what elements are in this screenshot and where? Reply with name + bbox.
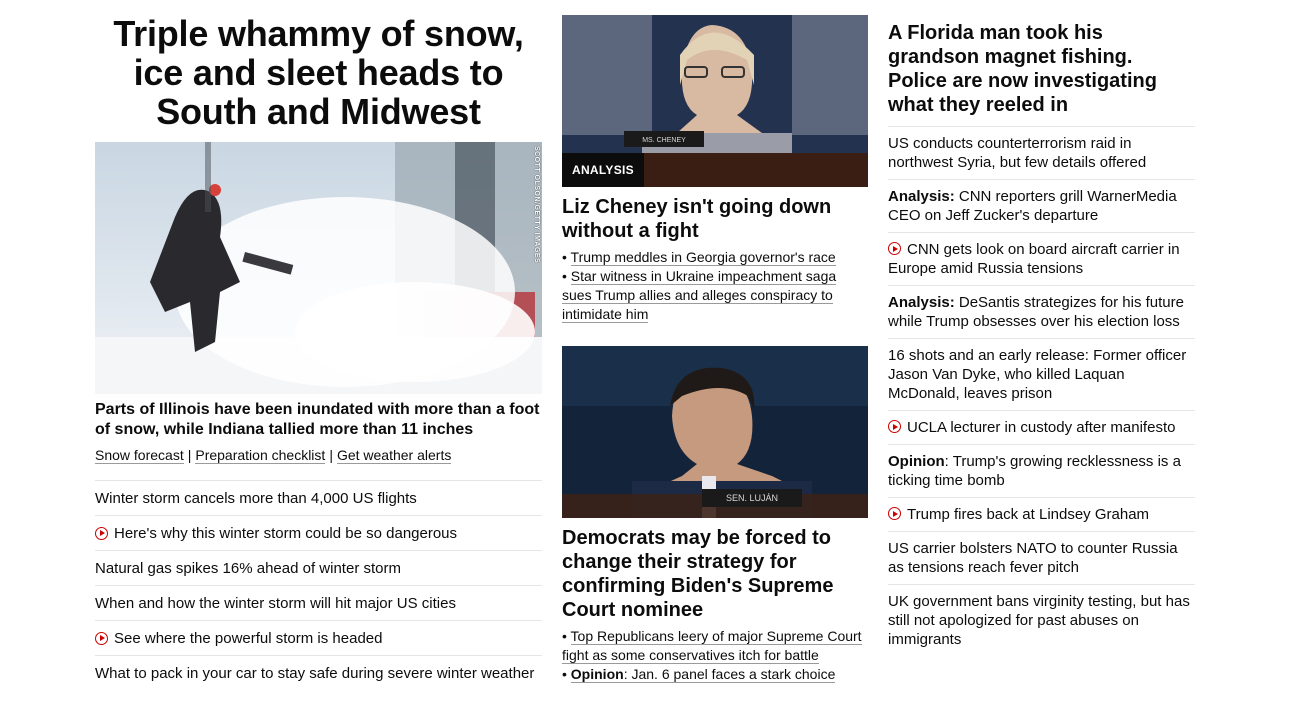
lujan-headline[interactable]: Democrats may be forced to change their … bbox=[562, 526, 868, 622]
opinion-label: Opinion bbox=[888, 453, 945, 470]
right-story-list: US conducts counterterrorism raid in nor… bbox=[888, 127, 1195, 656]
list-item[interactable]: UK government bans virginity testing, bu… bbox=[888, 585, 1195, 656]
list-item-text: What to pack in your car to stay safe du… bbox=[95, 664, 535, 682]
list-item-text: CNN gets look on board aircraft carrier … bbox=[888, 241, 1180, 277]
play-video-icon bbox=[95, 526, 108, 540]
storm-story-list: Winter storm cancels more than 4,000 US … bbox=[95, 480, 542, 690]
nameplate-text: MS. CHENEY bbox=[642, 137, 686, 144]
related-link-item: • Star witness in Ukraine impeachment sa… bbox=[562, 268, 837, 323]
play-video-icon bbox=[888, 420, 901, 433]
list-item[interactable]: Analysis: CNN reporters grill WarnerMedi… bbox=[888, 180, 1195, 233]
nameplate-text: SEN. LUJÁN bbox=[726, 493, 778, 503]
list-item[interactable]: US conducts counterterrorism raid in nor… bbox=[888, 127, 1195, 180]
list-item[interactable]: See where the powerful storm is headed bbox=[95, 621, 542, 656]
list-item[interactable]: Here's why this winter storm could be so… bbox=[95, 516, 542, 551]
lead-story: Triple whammy of snow, ice and sleet hea… bbox=[95, 14, 542, 682]
list-item[interactable]: Natural gas spikes 16% ahead of winter s… bbox=[95, 551, 542, 586]
list-item-text: Trump fires back at Lindsey Graham bbox=[907, 506, 1150, 523]
lead-subhead[interactable]: Parts of Illinois have been inundated wi… bbox=[95, 400, 542, 440]
lead-headline[interactable]: Triple whammy of snow, ice and sleet hea… bbox=[95, 14, 542, 131]
list-item-text: Here's why this winter storm could be so… bbox=[114, 524, 458, 542]
cheney-headline[interactable]: Liz Cheney isn't going down without a fi… bbox=[562, 195, 868, 243]
list-item-text: US conducts counterterrorism raid in nor… bbox=[888, 135, 1147, 171]
list-item[interactable]: 16 shots and an early release: Former of… bbox=[888, 339, 1195, 411]
opinion-link-text: : Jan. 6 panel faces a stark choice bbox=[623, 666, 836, 682]
related-link[interactable]: Trump meddles in Georgia governor's race bbox=[570, 249, 836, 266]
related-link-item: • Opinion: Jan. 6 panel faces a stark ch… bbox=[562, 666, 836, 683]
link-separator: | bbox=[329, 447, 333, 463]
list-item[interactable]: When and how the winter storm will hit m… bbox=[95, 586, 542, 621]
cheney-related-links: • Trump meddles in Georgia governor's ra… bbox=[562, 248, 868, 324]
lujan-image[interactable]: SEN. LUJÁN bbox=[562, 346, 868, 518]
list-item[interactable]: CNN gets look on board aircraft carrier … bbox=[888, 233, 1195, 286]
list-item-text: UCLA lecturer in custody after manifesto bbox=[907, 419, 1176, 436]
florida-headline[interactable]: A Florida man took his grandson magnet f… bbox=[888, 21, 1195, 127]
list-item[interactable]: Trump fires back at Lindsey Graham bbox=[888, 498, 1195, 532]
related-link[interactable]: Top Republicans leery of major Supreme C… bbox=[562, 628, 862, 664]
opinion-link[interactable]: Opinion: Jan. 6 panel faces a stark choi… bbox=[570, 666, 836, 683]
cheney-image[interactable]: MS. CHENEY ANALYSIS bbox=[562, 15, 868, 187]
list-item[interactable]: Winter storm cancels more than 4,000 US … bbox=[95, 480, 542, 516]
list-item-text: Natural gas spikes 16% ahead of winter s… bbox=[95, 559, 401, 577]
list-item-text: When and how the winter storm will hit m… bbox=[95, 594, 456, 612]
list-item[interactable]: Analysis: DeSantis strategizes for his f… bbox=[888, 286, 1195, 339]
weather-alerts-link[interactable]: Get weather alerts bbox=[336, 447, 452, 464]
analysis-badge: ANALYSIS bbox=[562, 153, 644, 187]
analysis-label: Analysis: bbox=[888, 294, 955, 311]
list-item-text: See where the powerful storm is headed bbox=[114, 629, 383, 647]
right-column: A Florida man took his grandson magnet f… bbox=[888, 21, 1195, 656]
lead-related-links: Snow forecast | Preparation checklist | Get … bbox=[95, 446, 452, 464]
play-video-icon bbox=[95, 631, 108, 645]
snowblower-illustration bbox=[95, 142, 542, 394]
snow-forecast-link[interactable]: Snow forecast bbox=[95, 447, 184, 464]
list-item-text: 16 shots and an early release: Former of… bbox=[888, 347, 1187, 402]
list-item[interactable]: Opinion: Trump's growing recklessness is… bbox=[888, 445, 1195, 498]
play-video-icon bbox=[888, 242, 901, 255]
list-item-text: UK government bans virginity testing, bu… bbox=[888, 593, 1190, 648]
related-link-item: • Trump meddles in Georgia governor's ra… bbox=[562, 249, 836, 266]
senator-photo: SEN. LUJÁN bbox=[562, 346, 868, 518]
lead-snowstorm-image[interactable]: SCOTT OLSON/GETTY IMAGES bbox=[95, 142, 542, 394]
analysis-label: Analysis: bbox=[888, 188, 955, 205]
play-video-icon bbox=[888, 507, 901, 520]
link-separator: | bbox=[187, 447, 192, 463]
list-item-text: US carrier bolsters NATO to counter Russ… bbox=[888, 540, 1178, 576]
list-item[interactable]: UCLA lecturer in custody after manifesto bbox=[888, 411, 1195, 445]
list-item-text: Winter storm cancels more than 4,000 US … bbox=[95, 489, 417, 507]
lujan-related-links: • Top Republicans leery of major Supreme… bbox=[562, 627, 868, 684]
opinion-label: Opinion bbox=[570, 666, 624, 682]
list-item[interactable]: US carrier bolsters NATO to counter Russ… bbox=[888, 532, 1195, 585]
list-item[interactable]: What to pack in your car to stay safe du… bbox=[95, 656, 542, 690]
related-link-item: • Top Republicans leery of major Supreme… bbox=[562, 628, 862, 664]
photo-credit: SCOTT OLSON/GETTY IMAGES bbox=[533, 146, 540, 264]
preparation-checklist-link[interactable]: Preparation checklist bbox=[195, 447, 326, 464]
related-link[interactable]: Star witness in Ukraine impeachment saga… bbox=[562, 268, 837, 323]
